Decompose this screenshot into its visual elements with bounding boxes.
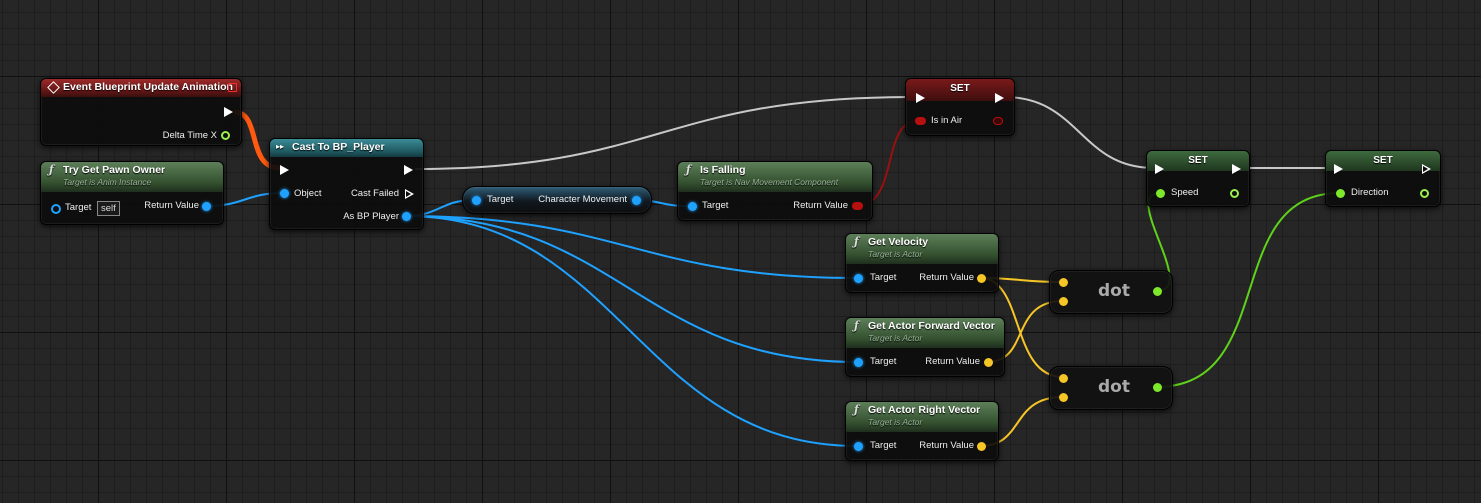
try-get-pawn-owner-node[interactable]: ƒ Try Get Pawn Owner Target is Anim Inst… bbox=[40, 161, 224, 225]
is-falling-node[interactable]: ƒ Is Falling Target is Nav Movement Comp… bbox=[677, 161, 873, 221]
right-return-pin[interactable] bbox=[977, 442, 986, 451]
falling-target-label: Target bbox=[702, 200, 729, 211]
get-actor-forward-vector-node[interactable]: ƒ Get Actor Forward Vector Target is Act… bbox=[845, 317, 1005, 377]
set-speed-exec-out-pin[interactable] bbox=[1232, 164, 1241, 174]
dot1-b-pin[interactable] bbox=[1059, 297, 1068, 306]
set-speed-out-pin[interactable] bbox=[1230, 189, 1239, 198]
function-icon: ƒ bbox=[686, 163, 691, 176]
set-air-label: Is in Air bbox=[931, 115, 963, 126]
dot-product-node-1[interactable]: dot bbox=[1049, 270, 1173, 314]
exec-wire-cast-setair bbox=[414, 96, 913, 170]
self-input[interactable]: self bbox=[97, 201, 120, 216]
charmove-target-label: Target bbox=[487, 194, 514, 205]
set-air-exec-in-pin[interactable] bbox=[916, 93, 925, 103]
pawn-target-pin[interactable] bbox=[51, 204, 61, 214]
falling-return-label: Return Value bbox=[793, 200, 848, 211]
velocity-return-pin[interactable] bbox=[977, 274, 986, 283]
function-icon: ƒ bbox=[49, 163, 54, 176]
character-movement-node[interactable]: Target Character Movement bbox=[462, 186, 652, 214]
velocity-target-pin[interactable] bbox=[854, 274, 863, 283]
falling-return-pin[interactable] bbox=[852, 202, 863, 210]
pawn-return-pin[interactable] bbox=[202, 202, 211, 211]
set-dir-exec-out-pin[interactable] bbox=[1422, 164, 1431, 174]
cast-as-label: As BP Player bbox=[343, 211, 399, 222]
falling-node-subtitle: Target is Nav Movement Component bbox=[700, 177, 839, 187]
event-node-title: Event Blueprint Update Animation bbox=[63, 81, 233, 93]
delta-time-pin[interactable] bbox=[221, 131, 230, 140]
pawn-return-label: Return Value bbox=[144, 200, 199, 211]
set-dir-exec-in-pin[interactable] bbox=[1334, 164, 1343, 174]
set-speed-node[interactable]: SET Speed bbox=[1146, 150, 1250, 207]
dot2-out-pin[interactable] bbox=[1153, 383, 1162, 392]
cast-exec-in-pin[interactable] bbox=[280, 165, 289, 175]
set-speed-in-pin[interactable] bbox=[1156, 189, 1165, 198]
get-actor-right-vector-node[interactable]: ƒ Get Actor Right Vector Target is Actor… bbox=[845, 401, 999, 461]
right-target-pin[interactable] bbox=[854, 442, 863, 451]
forward-target-label: Target bbox=[870, 356, 897, 367]
get-velocity-node[interactable]: ƒ Get Velocity Target is Actor Target Re… bbox=[845, 233, 999, 293]
forward-target-pin[interactable] bbox=[854, 358, 863, 367]
velocity-node-title: Get Velocity bbox=[868, 236, 929, 248]
dot1-out-pin[interactable] bbox=[1153, 287, 1162, 296]
charmove-out-pin[interactable] bbox=[632, 196, 641, 205]
cast-failed-pin[interactable] bbox=[405, 189, 414, 199]
set-speed-exec-in-pin[interactable] bbox=[1155, 164, 1164, 174]
dot1-a-pin[interactable] bbox=[1059, 278, 1068, 287]
float-wire-dot2-direction bbox=[1155, 192, 1341, 388]
set-dir-in-pin[interactable] bbox=[1336, 189, 1345, 198]
forward-return-label: Return Value bbox=[925, 356, 980, 367]
set-dir-out-pin[interactable] bbox=[1420, 189, 1429, 198]
cast-exec-out-pin[interactable] bbox=[404, 165, 413, 175]
set-direction-node[interactable]: SET Direction bbox=[1325, 150, 1441, 207]
dot2-b-pin[interactable] bbox=[1059, 393, 1068, 402]
set-speed-label: Speed bbox=[1171, 187, 1199, 198]
velocity-node-subtitle: Target is Actor bbox=[868, 249, 923, 259]
velocity-target-label: Target bbox=[870, 272, 897, 283]
cast-failed-label: Cast Failed bbox=[350, 188, 399, 199]
pawn-target-label: Target bbox=[65, 202, 92, 213]
event-exec-out-pin[interactable] bbox=[224, 107, 233, 117]
set-air-in-pin[interactable] bbox=[915, 117, 926, 125]
right-target-label: Target bbox=[870, 440, 897, 451]
charmove-target-pin[interactable] bbox=[472, 196, 481, 205]
pawn-node-subtitle: Target is Anim Instance bbox=[63, 177, 152, 187]
set-air-exec-out-pin[interactable] bbox=[995, 93, 1004, 103]
falling-target-pin[interactable] bbox=[688, 202, 697, 211]
velocity-return-label: Return Value bbox=[919, 272, 974, 283]
object-wire-cast-right bbox=[404, 215, 858, 447]
right-return-label: Return Value bbox=[919, 440, 974, 451]
pawn-node-title: Try Get Pawn Owner bbox=[63, 164, 166, 176]
cast-object-label: Object bbox=[294, 188, 322, 199]
function-icon: ƒ bbox=[854, 403, 859, 416]
dot2-a-pin[interactable] bbox=[1059, 374, 1068, 383]
set-dir-label: Direction bbox=[1351, 187, 1389, 198]
forward-node-title: Get Actor Forward Vector bbox=[868, 320, 995, 332]
wire-layer bbox=[205, 96, 1341, 447]
event-stop-icon bbox=[228, 83, 237, 92]
dot2-label: dot bbox=[1098, 377, 1130, 397]
dot-product-node-2[interactable]: dot bbox=[1049, 366, 1173, 410]
cast-as-pin[interactable] bbox=[402, 212, 411, 221]
forward-return-pin[interactable] bbox=[984, 358, 993, 367]
event-diamond-icon bbox=[47, 81, 60, 94]
function-icon: ƒ bbox=[854, 235, 859, 248]
delta-time-label: Delta Time X bbox=[162, 130, 217, 141]
right-node-title: Get Actor Right Vector bbox=[868, 404, 981, 416]
cast-node-title: Cast To BP_Player bbox=[292, 141, 385, 153]
exec-wire-setair-setspeed bbox=[1003, 96, 1155, 169]
set-is-in-air-node[interactable]: SET Is in Air bbox=[905, 78, 1015, 136]
forward-node-subtitle: Target is Actor bbox=[868, 333, 923, 343]
event-update-animation-node[interactable]: Event Blueprint Update Animation Delta T… bbox=[40, 78, 242, 146]
set-air-out-pin[interactable] bbox=[993, 117, 1003, 125]
cast-icon: ▸▸ bbox=[276, 142, 285, 151]
cast-object-pin[interactable] bbox=[280, 189, 289, 198]
dot1-label: dot bbox=[1098, 281, 1130, 301]
falling-node-title: Is Falling bbox=[700, 164, 746, 176]
right-node-subtitle: Target is Actor bbox=[868, 417, 923, 427]
object-wire-cast-forward bbox=[404, 215, 858, 363]
function-icon: ƒ bbox=[854, 319, 859, 332]
charmove-out-label: Character Movement bbox=[538, 194, 627, 205]
cast-to-bp-player-node[interactable]: ▸▸ Cast To BP_Player Object Cast Failed … bbox=[269, 138, 424, 230]
